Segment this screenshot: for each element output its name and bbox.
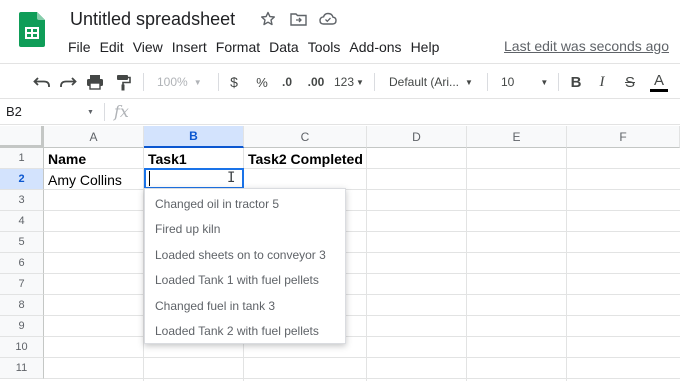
menu-help[interactable]: Help <box>411 39 440 55</box>
percent-format-button[interactable]: % <box>254 72 270 92</box>
gridline <box>44 294 680 295</box>
menu-edit[interactable]: Edit <box>100 39 124 55</box>
strikethrough-button[interactable]: S <box>623 72 637 92</box>
menu-data[interactable]: Data <box>269 39 299 55</box>
chevron-down-icon[interactable]: ▼ <box>87 109 94 116</box>
toolbar-divider <box>218 73 219 91</box>
gridline <box>366 148 367 381</box>
row-header-2[interactable]: 2 <box>0 169 44 190</box>
column-header-d[interactable]: D <box>367 126 467 148</box>
font-size-value: 10 <box>501 75 515 89</box>
text-color-swatch <box>650 88 668 92</box>
font-size-select[interactable]: 10 ▼ <box>501 72 551 92</box>
toolbar-divider <box>143 73 144 91</box>
gridline <box>566 148 567 381</box>
gridline <box>44 378 680 379</box>
fx-icon: fx <box>114 102 129 121</box>
row-header-7[interactable]: 7 <box>0 274 44 295</box>
redo-icon[interactable] <box>58 72 78 92</box>
formula-bar: B2 ▼ fx <box>0 100 680 125</box>
document-title[interactable]: Untitled spreadsheet <box>70 9 235 30</box>
name-box[interactable]: B2 <box>6 104 96 119</box>
last-edit-link[interactable]: Last edit was seconds ago <box>504 38 669 54</box>
row-header-6[interactable]: 6 <box>0 253 44 274</box>
row-header-4[interactable]: 4 <box>0 211 44 232</box>
cloud-status-icon[interactable] <box>318 9 338 29</box>
menu-add-ons[interactable]: Add-ons <box>349 39 401 55</box>
font-family-select[interactable]: Default (Ari... ▼ <box>389 72 477 92</box>
increase-decimals-button[interactable]: .00 <box>304 72 328 92</box>
column-header-a[interactable]: A <box>44 126 144 148</box>
undo-icon[interactable] <box>32 72 52 92</box>
toolbar-divider <box>487 73 488 91</box>
bold-button[interactable]: B <box>569 72 583 92</box>
row-header-11[interactable]: 11 <box>0 358 44 379</box>
zoom-value: 100% <box>157 75 188 89</box>
text-color-button[interactable]: A <box>650 72 668 92</box>
dropdown-option[interactable]: Changed oil in tractor 5 <box>155 197 279 211</box>
chevron-down-icon: ▼ <box>465 77 473 87</box>
gridline <box>44 210 680 211</box>
chevron-down-icon: ▼ <box>540 77 549 87</box>
cell-b1[interactable]: Task1 <box>144 148 244 169</box>
text-color-label: A <box>653 71 664 89</box>
paint-format-icon[interactable] <box>113 72 133 92</box>
toolbar-divider <box>558 73 559 91</box>
column-header-e[interactable]: E <box>467 126 567 148</box>
mouse-ibeam-cursor-icon: I <box>227 170 236 186</box>
text-cursor <box>149 171 150 186</box>
gridline <box>44 252 680 253</box>
menu-view[interactable]: View <box>133 39 163 55</box>
row-header-1[interactable]: 1 <box>0 148 44 169</box>
title-actions <box>258 9 338 29</box>
menu-format[interactable]: Format <box>216 39 260 55</box>
toolbar-divider <box>374 73 375 91</box>
sheets-logo-icon[interactable] <box>19 12 45 47</box>
chevron-down-icon: ▼ <box>356 77 364 87</box>
row-header-8[interactable]: 8 <box>0 295 44 316</box>
row-header-5[interactable]: 5 <box>0 232 44 253</box>
row-header-3[interactable]: 3 <box>0 190 44 211</box>
column-header-b[interactable]: B <box>144 126 244 148</box>
cell-a2[interactable]: Amy Collins <box>44 169 144 190</box>
gridline <box>44 315 680 316</box>
dropdown-option[interactable]: Changed fuel in tank 3 <box>155 299 275 313</box>
more-formats-button[interactable]: 123 ▼ <box>334 72 366 92</box>
menu-file[interactable]: File <box>68 39 91 55</box>
zoom-select[interactable]: 100% ▼ <box>157 72 212 92</box>
gridline <box>44 357 680 358</box>
cell-c1[interactable]: Task2 Completed <box>244 148 367 169</box>
select-all-corner[interactable] <box>0 126 44 148</box>
row-header-9[interactable]: 9 <box>0 316 44 337</box>
data-validation-dropdown: Changed oil in tractor 5 Fired up kiln L… <box>144 188 346 344</box>
gridline <box>466 148 467 381</box>
move-folder-icon[interactable] <box>288 9 308 29</box>
gridline <box>44 231 680 232</box>
menu-insert[interactable]: Insert <box>172 39 207 55</box>
row-header-10[interactable]: 10 <box>0 337 44 358</box>
dropdown-option[interactable]: Loaded Tank 2 with fuel pellets <box>155 324 319 338</box>
menu-bar: File Edit View Insert Format Data Tools … <box>68 38 448 56</box>
menu-tools[interactable]: Tools <box>308 39 341 55</box>
toolbar: 100% ▼ $ % .0 .00 123 ▼ Default (Ari... … <box>0 63 680 99</box>
dropdown-option[interactable]: Loaded Tank 1 with fuel pellets <box>155 273 319 287</box>
print-icon[interactable] <box>85 72 105 92</box>
dropdown-option[interactable]: Loaded sheets on to conveyor 3 <box>155 248 326 262</box>
font-family-value: Default (Ari... <box>389 75 460 89</box>
formula-bar-divider <box>104 103 105 121</box>
currency-format-button[interactable]: $ <box>227 72 241 92</box>
gridline <box>44 336 680 337</box>
column-header-f[interactable]: F <box>567 126 680 148</box>
gridline <box>44 273 680 274</box>
chevron-down-icon: ▼ <box>193 77 202 87</box>
column-header-c[interactable]: C <box>244 126 367 148</box>
decrease-decimals-button[interactable]: .0 <box>278 72 296 92</box>
dropdown-option[interactable]: Fired up kiln <box>155 222 220 236</box>
italic-button[interactable]: I <box>596 72 608 92</box>
google-sheets-window: Untitled spreadsheet File Edit View Inse… <box>0 0 680 381</box>
more-formats-label: 123 <box>334 75 355 89</box>
star-icon[interactable] <box>258 9 278 29</box>
cell-a1[interactable]: Name <box>44 148 144 169</box>
